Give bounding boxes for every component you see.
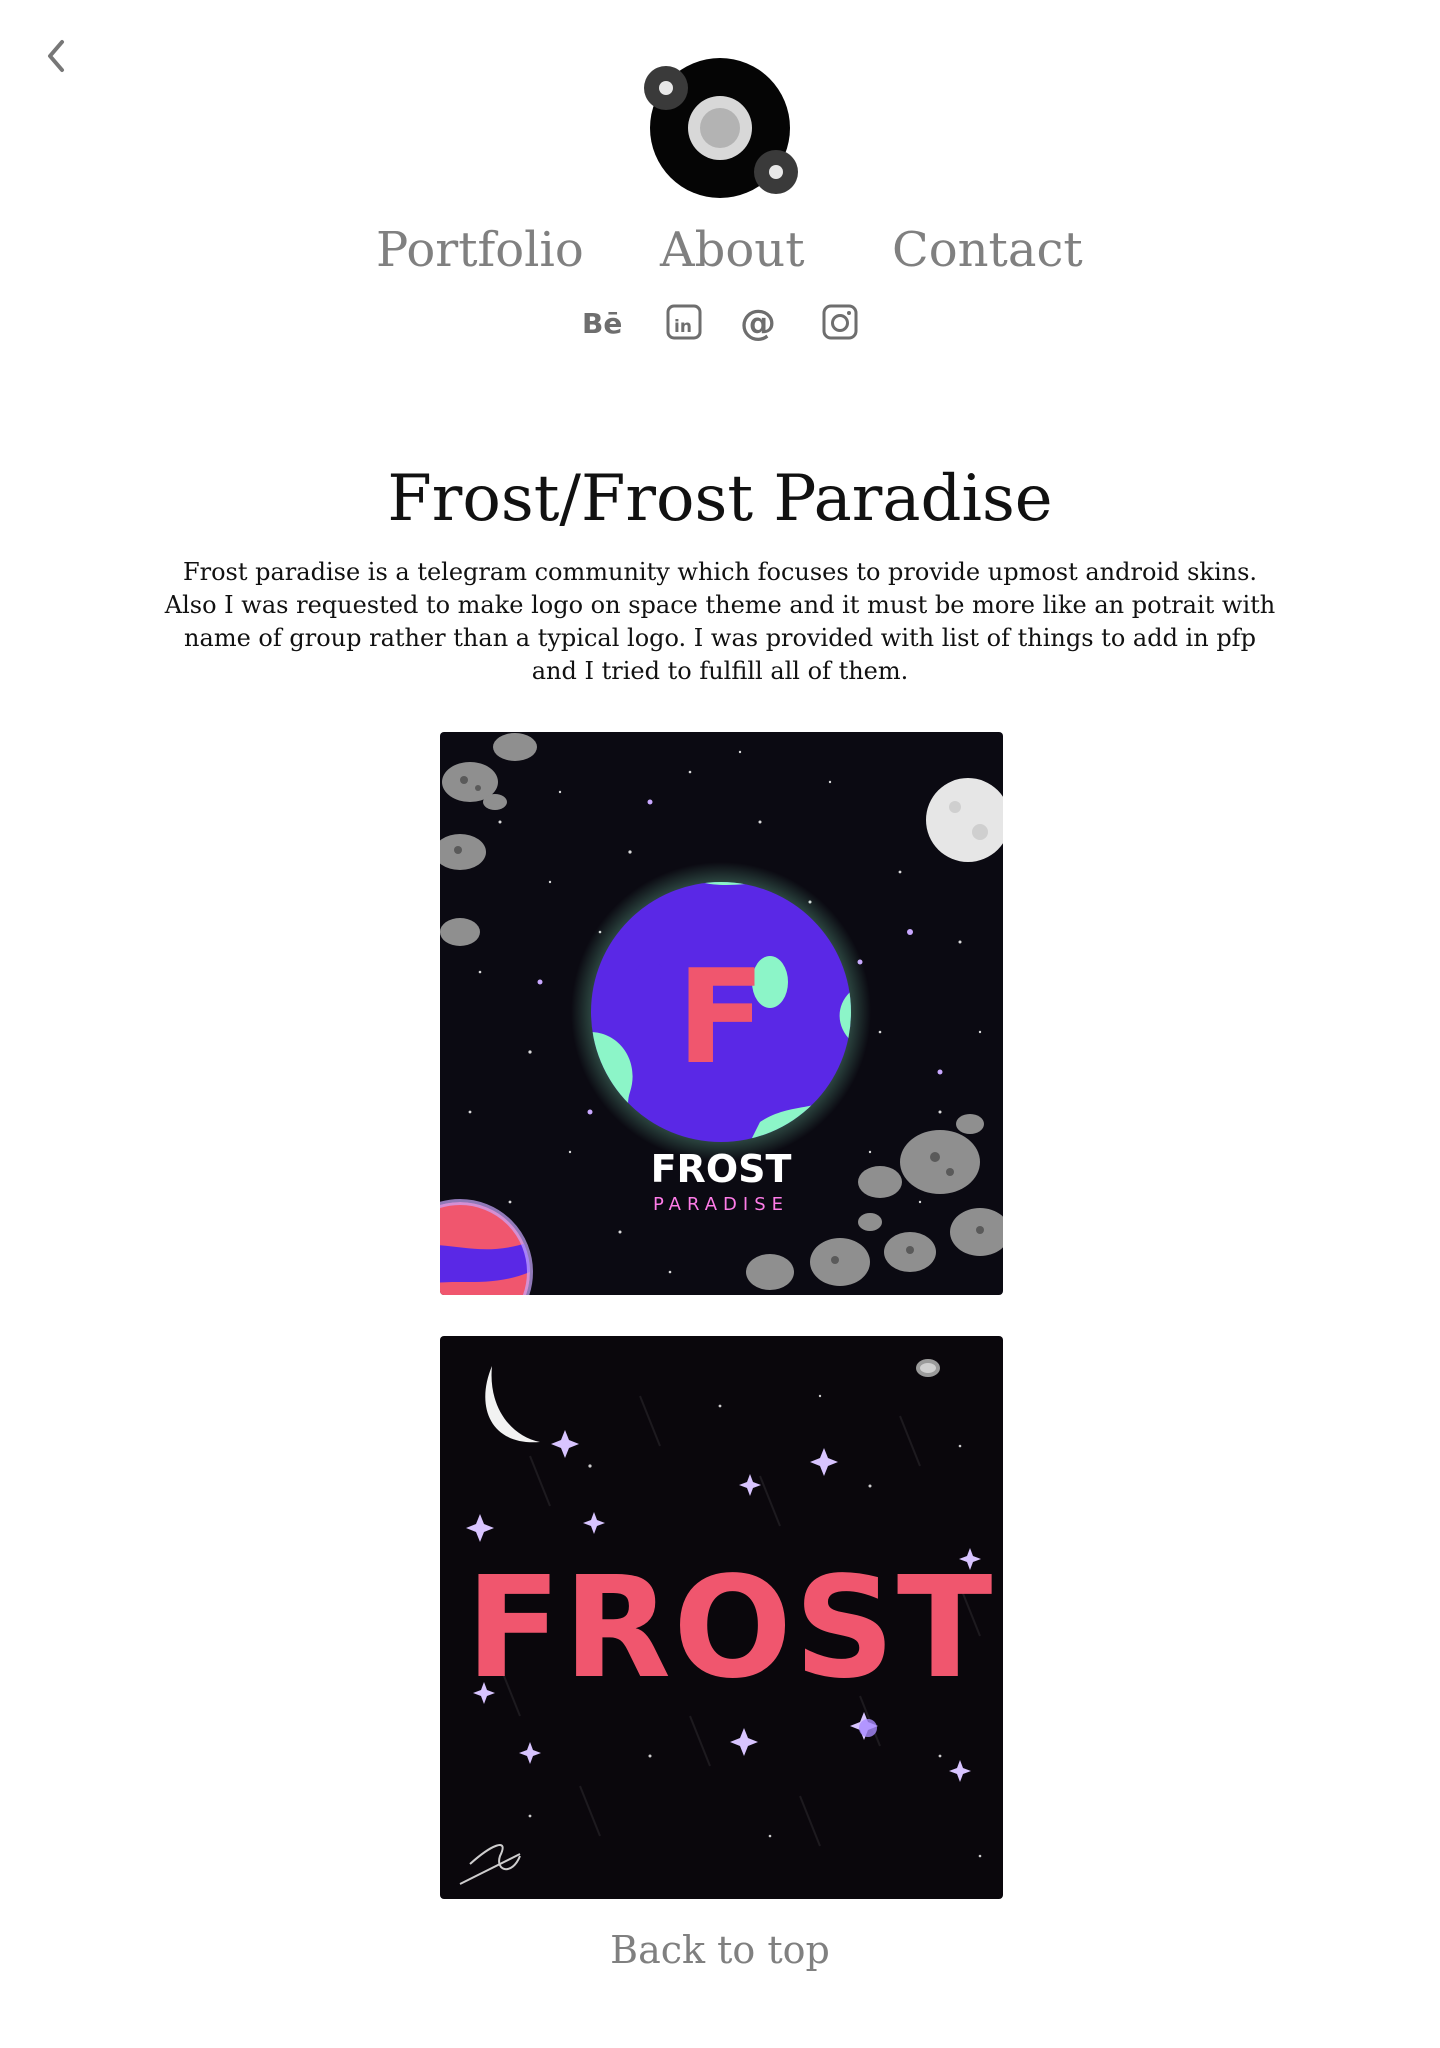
email-icon: @ xyxy=(740,303,776,344)
linkedin-link[interactable]: in xyxy=(662,300,706,344)
svg-text:Bē: Bē xyxy=(582,307,622,340)
frost-paradise-artwork: F FROST PARADISE xyxy=(440,732,1003,1295)
linkedin-icon: in xyxy=(666,304,702,340)
behance-icon: Bē xyxy=(582,307,622,340)
artwork1-subname: PARADISE xyxy=(653,1194,789,1215)
site-logo[interactable] xyxy=(640,54,800,214)
main-nav: Portfolio About Contact xyxy=(0,222,1440,292)
artwork-frost-paradise: F FROST PARADISE xyxy=(440,732,1003,1295)
instagram-icon xyxy=(822,304,858,340)
nav-contact[interactable]: Contact xyxy=(892,222,1083,278)
artwork1-letter: F xyxy=(677,941,766,1093)
frost-artwork: FROST xyxy=(440,1336,1003,1899)
instagram-link[interactable] xyxy=(818,300,862,344)
nav-portfolio[interactable]: Portfolio xyxy=(376,222,584,278)
artwork-frost: FROST xyxy=(440,1336,1003,1899)
planet-logo-icon xyxy=(644,58,798,198)
artwork1-name: FROST xyxy=(651,1147,792,1191)
artwork2-word: FROST xyxy=(466,1547,995,1710)
back-to-top-link[interactable]: Back to top xyxy=(0,1928,1440,1972)
project-description: Frost paradise is a telegram community w… xyxy=(164,558,1276,685)
nav-about[interactable]: About xyxy=(660,222,805,278)
svg-text:@: @ xyxy=(740,303,776,344)
chevron-left-icon xyxy=(48,40,64,72)
back-button[interactable] xyxy=(40,36,76,76)
svg-text:in: in xyxy=(674,317,692,337)
project-title: Frost/Frost Paradise xyxy=(387,462,1053,536)
behance-link[interactable]: Bē xyxy=(580,300,624,344)
email-link[interactable]: @ xyxy=(738,300,782,344)
